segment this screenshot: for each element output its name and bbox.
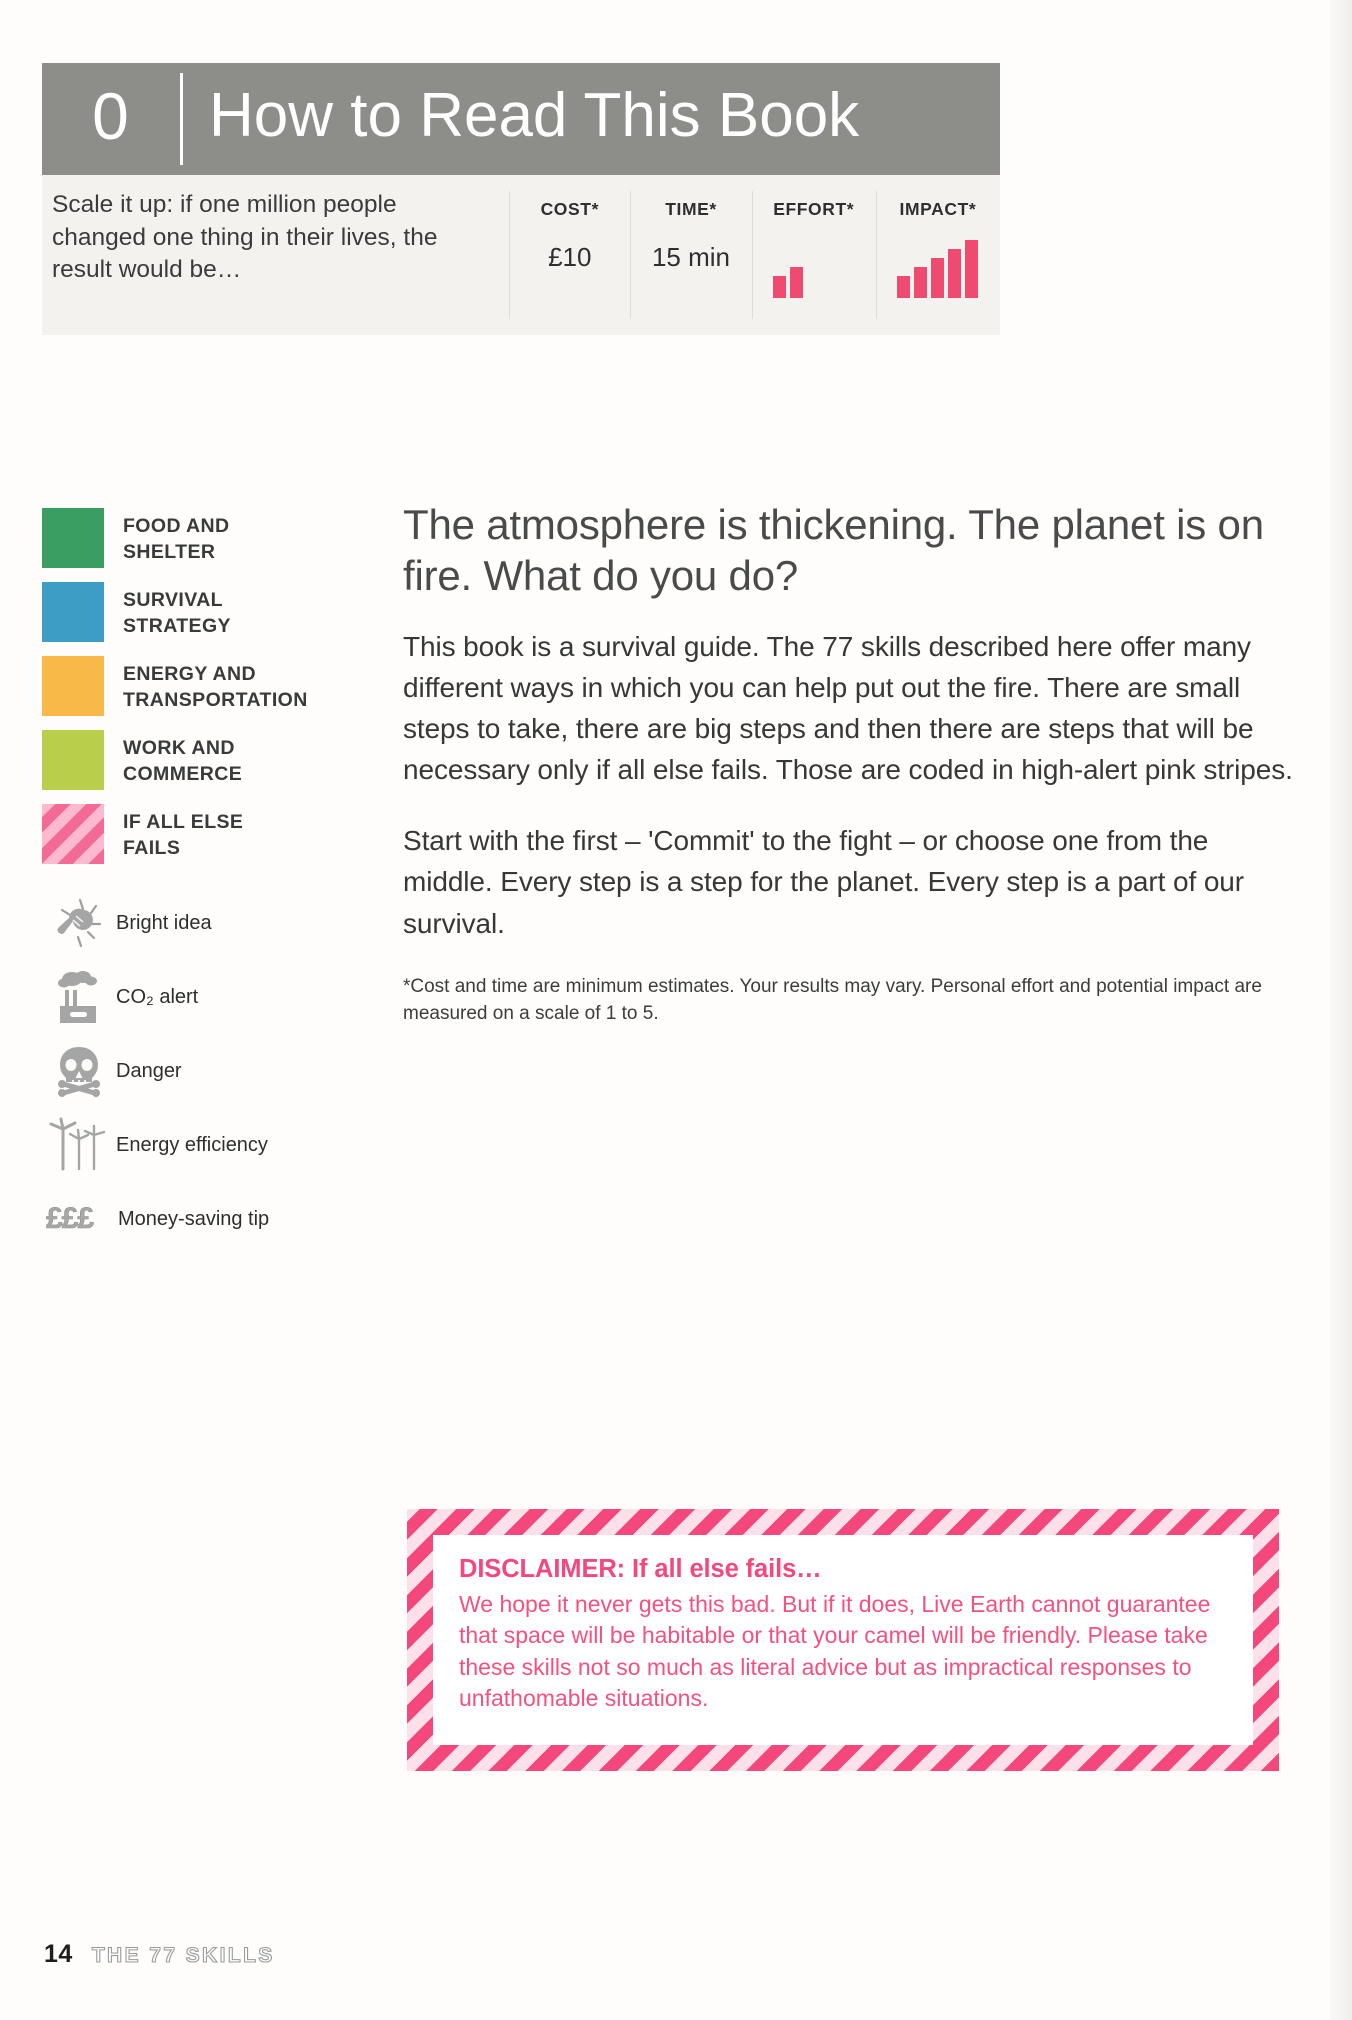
stat-cost-label: COST* — [540, 199, 599, 219]
meter-bar — [773, 276, 787, 298]
footer-book-title: THE 77 SKILLS — [91, 1943, 275, 1967]
meter-bar — [914, 267, 928, 298]
legend-column: FOOD AND SHELTER SURVIVAL STRATEGY ENERG… — [42, 508, 307, 1256]
main-content: The atmosphere is thickening. The planet… — [403, 500, 1293, 1028]
money-pounds-icon: £££ — [42, 1202, 118, 1236]
stat-cost-value: £10 — [548, 242, 592, 272]
icon-legend-label: Energy efficiency — [116, 1134, 268, 1156]
striped-swatch — [42, 804, 104, 864]
stat-impact-label: IMPACT* — [899, 199, 977, 219]
legend-item-label: FOOD AND SHELTER — [123, 515, 230, 564]
lightbulb-icon — [42, 894, 116, 952]
disclaimer-title: DISCLAIMER: If all else fails… — [459, 1555, 822, 1583]
stat-effort: EFFORT* — [751, 175, 876, 335]
main-footnote: *Cost and time are minimum estimates. Yo… — [403, 975, 1262, 1024]
icon-legend-item-co2-alert: CO₂ alert — [42, 960, 300, 1034]
meter-bar — [897, 276, 911, 298]
icon-legend-item-energy-efficiency: Energy efficiency — [42, 1108, 300, 1182]
meter-bar — [824, 249, 837, 298]
icon-legend-label: Bright idea — [116, 912, 212, 934]
icon-legend-label: Danger — [116, 1060, 182, 1082]
disclaimer-body: We hope it never gets this bad. But if i… — [459, 1591, 1211, 1711]
legend-item-food-and-shelter: FOOD AND SHELTER — [42, 508, 300, 568]
stat-time: TIME* 15 min — [630, 175, 751, 335]
meter-bar — [807, 258, 820, 298]
main-paragraph-1: This book is a survival guide. The 77 sk… — [403, 630, 1293, 786]
stats-strip: Scale it up: if one million people chang… — [42, 175, 1000, 335]
chapter-header: 0 How to Read This Book — [42, 63, 1000, 175]
money-pounds-glyph: £££ — [46, 1202, 95, 1236]
page-number: 14 — [44, 1940, 73, 1968]
icon-legend: Bright idea CO₂ alert Danger Energy effi… — [42, 886, 300, 1256]
icon-legend-label: Money-saving tip — [118, 1208, 270, 1230]
legend-item-label: WORK AND COMMERCE — [123, 737, 243, 786]
stat-cost: COST* £10 — [509, 175, 630, 335]
wind-turbine-icon — [42, 1115, 116, 1175]
legend-item-label: SURVIVAL STRATEGY — [123, 589, 231, 638]
legend-item-label: IF ALL ELSE FAILS — [123, 811, 244, 860]
legend-item-label: ENERGY AND TRANSPORTATION — [123, 663, 308, 712]
skull-crossbones-icon — [42, 1041, 116, 1101]
scale-it-up-text: Scale it up: if one million people chang… — [52, 191, 438, 284]
meter-bar — [931, 258, 945, 298]
legend-item-survival-strategy: SURVIVAL STRATEGY — [42, 582, 300, 642]
legend-item-work-and-commerce: WORK AND COMMERCE — [42, 730, 300, 790]
meter-bar — [948, 249, 962, 298]
meter-bar — [841, 240, 854, 298]
color-swatch — [42, 730, 104, 790]
main-paragraph-2: Start with the first – 'Commit' to the f… — [403, 825, 1244, 939]
icon-legend-item-danger: Danger — [42, 1034, 300, 1108]
meter-bar — [965, 240, 979, 298]
icon-legend-item-money-saving-tip: £££ Money-saving tip — [42, 1182, 300, 1256]
chapter-number: 0 — [92, 79, 130, 153]
color-swatch — [42, 508, 104, 568]
stat-time-label: TIME* — [665, 199, 717, 219]
page-footer: 14 THE 77 SKILLS — [44, 1940, 275, 1969]
page-title: How to Read This Book — [209, 81, 860, 150]
color-swatch — [42, 582, 104, 642]
icon-legend-label: CO₂ alert — [116, 986, 199, 1008]
stat-time-value: 15 min — [651, 242, 731, 272]
legend-item-if-all-else-fails: IF ALL ELSE FAILS — [42, 804, 300, 864]
stat-effort-label: EFFORT* — [773, 199, 855, 219]
effort-meter — [773, 236, 854, 298]
color-swatch — [42, 656, 104, 716]
book-page: 0 How to Read This Book Scale it up: if … — [0, 0, 1352, 2020]
disclaimer-inner: DISCLAIMER: If all else fails… We hope i… — [433, 1535, 1253, 1745]
legend-item-energy-and-transportation: ENERGY AND TRANSPORTATION — [42, 656, 307, 716]
icon-legend-item-bright-idea: Bright idea — [42, 886, 300, 960]
meter-bar — [790, 267, 804, 298]
main-headline: The atmosphere is thickening. The planet… — [403, 501, 1264, 599]
factory-smoke-icon — [42, 966, 116, 1028]
disclaimer-box: DISCLAIMER: If all else fails… We hope i… — [407, 1509, 1279, 1771]
stat-impact: IMPACT* — [875, 175, 1000, 335]
impact-meter — [897, 236, 979, 298]
